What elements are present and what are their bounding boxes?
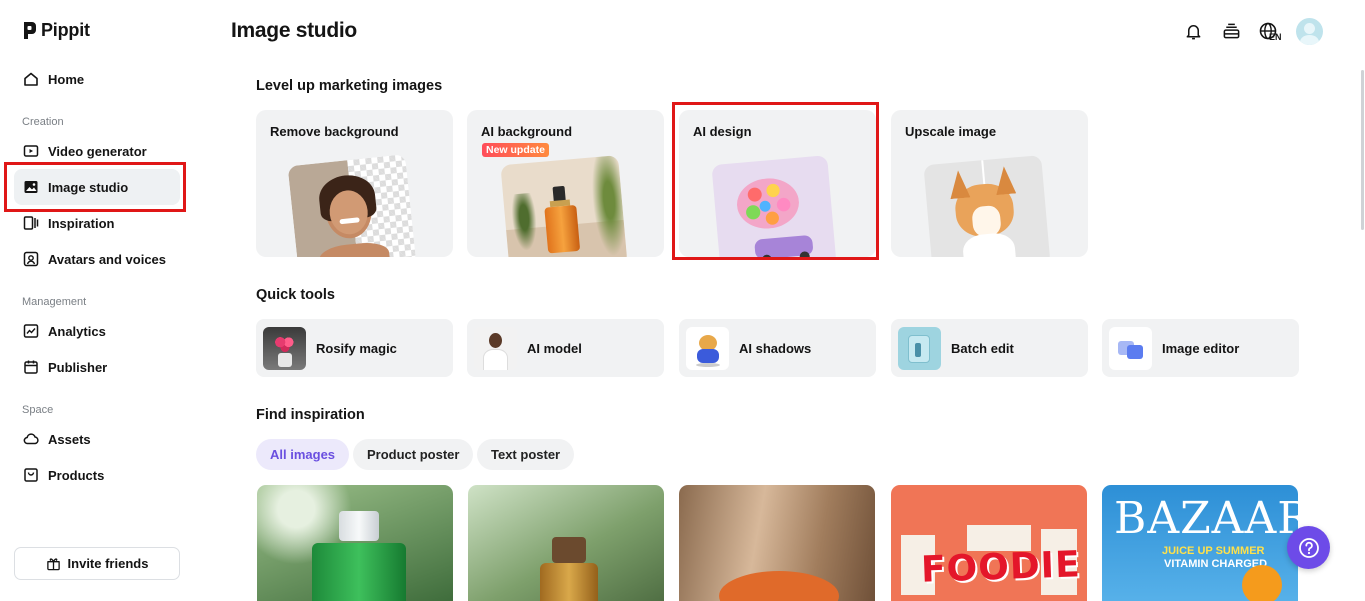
inspiration-card-5[interactable]: BAZAAR JUICE UP SUMMER VITAMIN CHARGED — [1102, 485, 1298, 601]
inspiration-card-2[interactable] — [468, 485, 664, 601]
inspiration-icon — [22, 215, 39, 232]
image-icon — [22, 179, 39, 196]
chip-text-poster[interactable]: Text poster — [477, 439, 575, 470]
tool-ai-shadows[interactable]: AI shadows — [679, 319, 876, 377]
sidebar-item-label: Products — [48, 467, 105, 483]
sidebar-item-inspiration[interactable]: Inspiration — [14, 205, 180, 241]
card-title: Upscale image — [905, 124, 997, 139]
poster-subtext-1: JUICE UP SUMMER — [1162, 545, 1265, 557]
upscale-image-thumbnail — [923, 155, 1051, 257]
question-icon — [1298, 537, 1319, 558]
new-update-badge: New update — [482, 143, 549, 157]
tool-label: Image editor — [1162, 340, 1240, 356]
avatar-voice-icon — [22, 251, 39, 268]
orange-slice — [1242, 565, 1282, 601]
sidebar-item-home[interactable]: Home — [14, 61, 180, 97]
video-icon — [22, 143, 39, 160]
sidebar-item-label: Analytics — [48, 323, 106, 339]
sidebar-item-publisher[interactable]: Publisher — [14, 349, 180, 385]
inspiration-card-3[interactable] — [679, 485, 875, 601]
tool-label: AI shadows — [739, 340, 812, 356]
invite-friends-label: Invite friends — [67, 556, 149, 571]
ai-shadows-thumbnail — [686, 326, 729, 370]
sidebar-item-products[interactable]: Products — [14, 457, 180, 493]
card-ai-background[interactable]: AI background New update — [467, 110, 664, 257]
sidebar-item-image-studio[interactable]: Image studio — [14, 169, 180, 205]
ai-design-thumbnail — [711, 155, 837, 257]
inspiration-card-1[interactable] — [257, 485, 453, 601]
ai-model-thumbnail — [474, 326, 517, 370]
brand-logo[interactable]: Pippit — [22, 20, 90, 41]
card-title: Remove background — [270, 124, 399, 139]
tool-batch-edit[interactable]: Batch edit — [891, 319, 1088, 377]
sidebar-item-label: Image studio — [48, 179, 129, 195]
card-ai-design[interactable]: AI design — [679, 110, 876, 257]
page-title: Image studio — [231, 19, 357, 42]
product-box-icon — [22, 467, 39, 484]
invite-friends-button[interactable]: Invite friends — [14, 547, 180, 580]
globe-icon[interactable]: EN — [1258, 21, 1282, 43]
bottle-body — [540, 563, 598, 601]
card-title: AI design — [693, 124, 752, 139]
bell-icon[interactable] — [1182, 21, 1204, 43]
sidebar-item-label: Home — [48, 71, 85, 87]
sidebar-item-assets[interactable]: Assets — [14, 421, 180, 457]
avatar[interactable] — [1296, 18, 1323, 45]
sidebar-item-label: Publisher — [48, 359, 108, 375]
orange-disc — [719, 571, 839, 601]
sidebar-item-avatars-and-voices[interactable]: Avatars and voices — [14, 241, 180, 277]
chip-all-images[interactable]: All images — [256, 439, 350, 470]
section-heading-quick-tools: Quick tools — [256, 287, 335, 303]
cloud-icon — [22, 431, 39, 448]
remove-background-thumbnail — [287, 154, 417, 257]
poster-text-bazaar: BAZAAR — [1114, 493, 1298, 544]
perfume-cap — [339, 511, 379, 541]
analytics-icon — [22, 323, 39, 340]
tool-label: Batch edit — [951, 340, 1014, 356]
sidebar-item-label: Inspiration — [48, 215, 115, 231]
rosify-thumbnail — [263, 326, 306, 370]
header-actions: EN — [1182, 18, 1323, 45]
sidebar-item-label: Avatars and voices — [48, 251, 167, 267]
section-heading-marketing: Level up marketing images — [256, 78, 443, 94]
stack-icon[interactable] — [1220, 21, 1242, 43]
image-editor-thumbnail — [1109, 326, 1152, 370]
card-upscale-image[interactable]: Upscale image — [891, 110, 1088, 257]
brand-name: Pippit — [41, 20, 90, 40]
gift-icon — [46, 558, 60, 571]
poster-text-foodie: FOODIE — [920, 544, 1082, 591]
section-label-management: Management — [22, 296, 87, 308]
tool-rosify-magic[interactable]: Rosify magic — [256, 319, 453, 377]
help-button[interactable] — [1287, 526, 1330, 569]
sidebar: Pippit Home Creation Video generator Ima… — [0, 0, 196, 601]
perfume-bottle — [312, 543, 406, 601]
tool-image-editor[interactable]: Image editor — [1102, 319, 1299, 377]
language-code: EN — [1269, 31, 1282, 42]
sidebar-item-label: Assets — [48, 431, 91, 447]
chip-product-poster[interactable]: Product poster — [353, 439, 474, 470]
card-remove-background[interactable]: Remove background — [256, 110, 453, 257]
tool-label: Rosify magic — [316, 340, 397, 356]
card-title: AI background — [481, 124, 573, 139]
section-label-space: Space — [22, 404, 54, 416]
sidebar-item-video-generator[interactable]: Video generator — [14, 133, 180, 169]
home-icon — [22, 71, 39, 88]
tool-ai-model[interactable]: AI model — [467, 319, 664, 377]
scrollbar[interactable] — [1361, 70, 1364, 230]
sidebar-item-analytics[interactable]: Analytics — [14, 313, 180, 349]
batch-edit-thumbnail — [898, 326, 941, 370]
ai-background-thumbnail — [500, 155, 628, 257]
bottle-cap — [552, 537, 586, 563]
pippit-logo-icon — [24, 22, 36, 39]
section-label-creation: Creation — [22, 116, 64, 128]
calendar-icon — [22, 359, 39, 376]
section-heading-inspiration: Find inspiration — [256, 407, 365, 423]
tool-label: AI model — [527, 340, 582, 356]
sidebar-item-label: Video generator — [48, 143, 147, 159]
inspiration-card-4[interactable]: FOODIE — [891, 485, 1087, 601]
